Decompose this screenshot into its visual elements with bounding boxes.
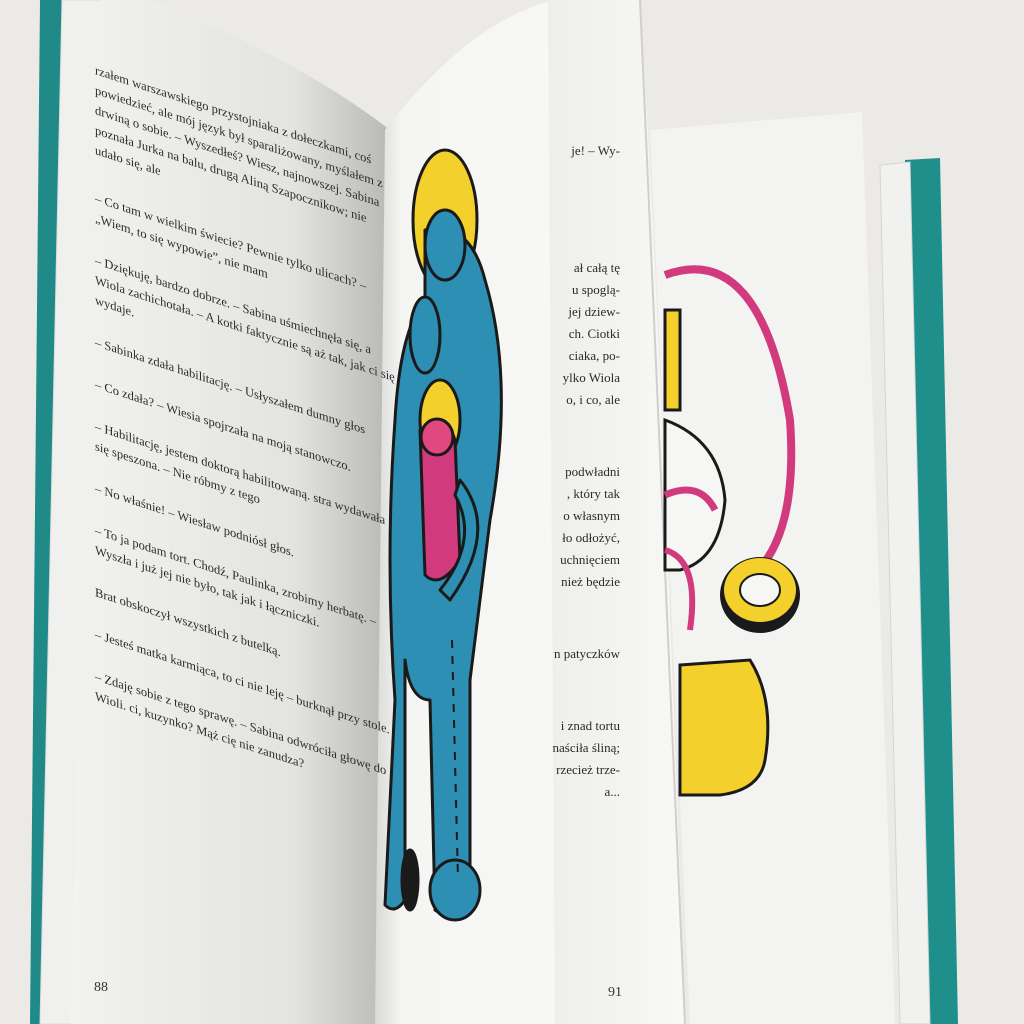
page-number-left: 88	[94, 980, 108, 995]
text-fragment: naściła śliną;	[552, 740, 620, 755]
text-fragment: , który tak	[566, 486, 620, 501]
text-fragment: u spoglą-	[571, 282, 620, 297]
yellow-block	[663, 308, 682, 412]
text-fragment: nież będzie	[561, 574, 620, 589]
text-fragment: ch. Ciotki	[568, 326, 620, 341]
text-fragment: a...	[604, 784, 620, 799]
log-end	[419, 417, 455, 457]
text-fragment: n patyczków	[553, 646, 620, 661]
text-fragment: o własnym	[563, 508, 620, 523]
ring-inner	[739, 573, 781, 607]
left-page-text: rzałem warszawskiego przystojniaka z doł…	[95, 60, 395, 825]
text-fragment: uchnięciem	[560, 552, 620, 567]
right-page-text: je! – Wy- ał całą tę u spoglą- jej dziew…	[530, 140, 620, 803]
shadow-foot	[400, 848, 420, 912]
text-fragment: ło odłożyć,	[562, 530, 620, 545]
text-fragment: podwładni	[565, 464, 620, 479]
page-number-right: 91	[608, 985, 622, 1000]
text-fragment: o, i co, ale	[566, 392, 620, 407]
figure-feet	[428, 858, 482, 922]
book-photo: rzałem warszawskiego przystojniaka z doł…	[0, 0, 1024, 1024]
text-fragment: ciaka, po-	[568, 348, 620, 363]
second-face	[408, 295, 442, 375]
text-fragment: jej dziew-	[568, 304, 620, 319]
text-fragment: ał całą tę	[573, 260, 620, 275]
text-fragment: ylko Wiola	[562, 370, 620, 385]
text-fragment: je! – Wy-	[571, 143, 620, 158]
figure-head	[423, 208, 467, 282]
yellow-cushion	[678, 658, 770, 797]
text-fragment: i znad tortu	[560, 718, 620, 733]
text-fragment: rzecież trze-	[556, 762, 620, 777]
